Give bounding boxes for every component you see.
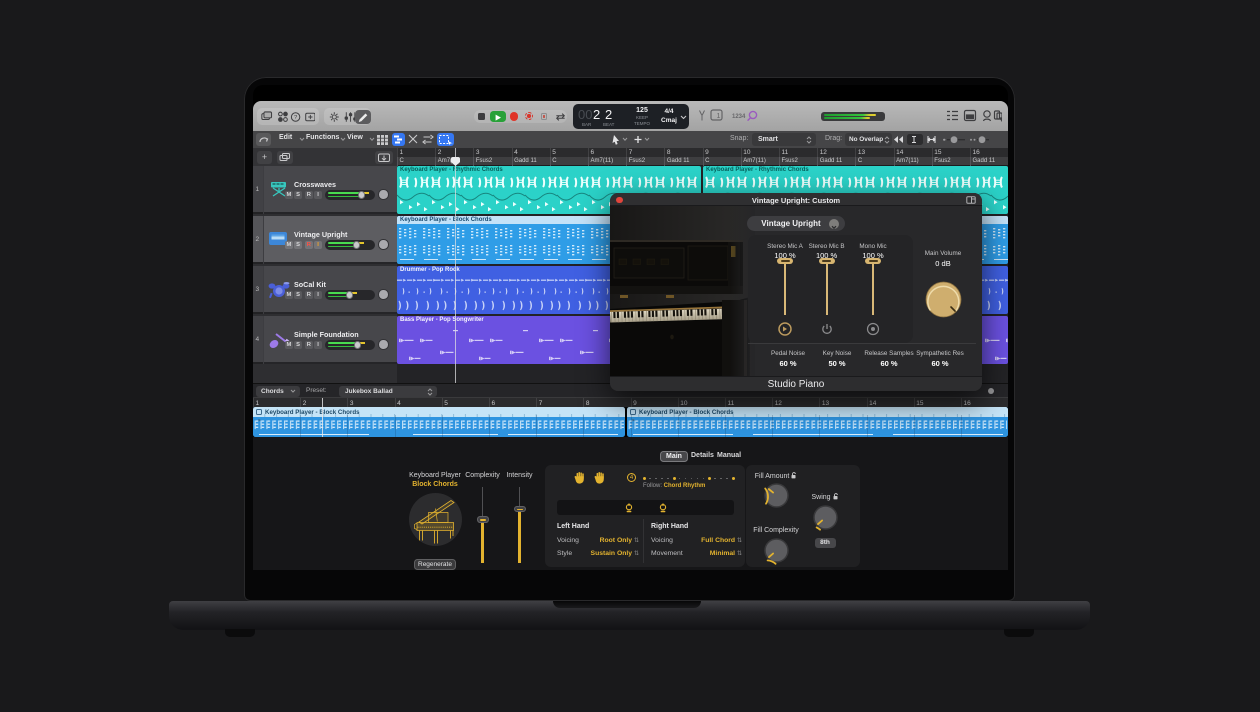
svg-text:?: ? bbox=[294, 115, 298, 121]
svg-text:1234: 1234 bbox=[732, 114, 746, 120]
svg-text:1: 1 bbox=[717, 113, 721, 120]
